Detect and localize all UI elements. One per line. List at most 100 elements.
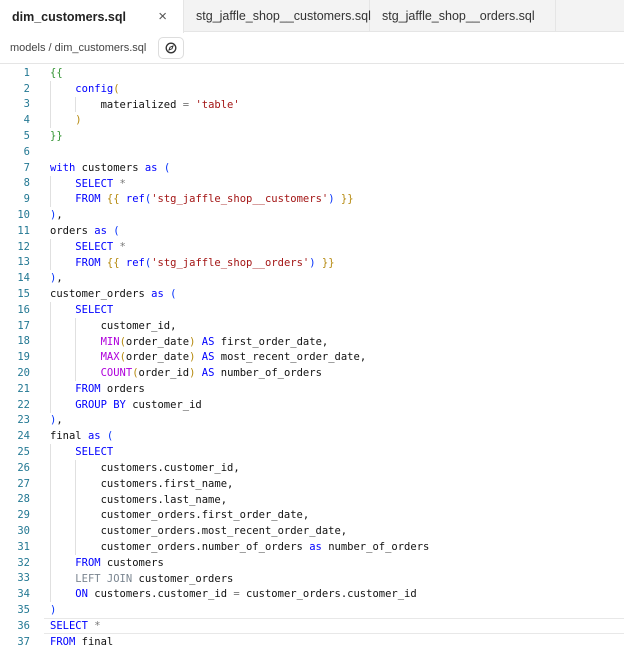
code-line[interactable]: 30 customer_orders.most_recent_order_date… bbox=[0, 523, 624, 539]
code-token: , bbox=[56, 209, 63, 222]
code-line[interactable]: 9 FROM {{ ref('stg_jaffle_shop__customers… bbox=[0, 191, 624, 208]
code-token: customer_id bbox=[125, 398, 202, 411]
code-line[interactable]: 31 customer_orders.number_of_orders as nu… bbox=[0, 538, 624, 555]
code-text: ON customers.customer_id = customer_orde… bbox=[50, 586, 417, 603]
code-line[interactable]: 5}} bbox=[0, 128, 624, 144]
code-line[interactable]: 18 MIN(order_date) AS first_order_date, bbox=[0, 333, 624, 350]
tab-stg-orders[interactable]: stg_jaffle_shop__orders.sql bbox=[370, 0, 556, 32]
code-line[interactable]: 28 customers.last_name, bbox=[0, 491, 624, 508]
indent-guide bbox=[50, 317, 75, 334]
code-line[interactable]: 21 FROM orders bbox=[0, 380, 624, 397]
code-line[interactable]: 2 config( bbox=[0, 80, 624, 97]
code-text: LEFT JOIN customer_orders bbox=[50, 570, 233, 587]
indent-guide bbox=[50, 175, 75, 192]
code-token: GROUP BY bbox=[75, 398, 126, 411]
indent-guide bbox=[50, 396, 75, 413]
code-token: MIN bbox=[100, 335, 120, 348]
code-line[interactable]: 22 GROUP BY customer_id bbox=[0, 396, 624, 413]
code-text: SELECT bbox=[50, 301, 113, 318]
code-line[interactable]: 12 SELECT * bbox=[0, 238, 624, 255]
code-text: SELECT bbox=[50, 444, 113, 460]
line-number: 11 bbox=[17, 224, 30, 237]
code-text: {{ bbox=[50, 67, 63, 79]
code-line[interactable]: 29 customer_orders.first_order_date, bbox=[0, 507, 624, 524]
code-token: FROM bbox=[75, 382, 101, 395]
tab-dim-customers[interactable]: dim_customers.sql × bbox=[0, 0, 184, 33]
code-token: ON bbox=[75, 588, 88, 601]
code-token: with bbox=[50, 161, 76, 174]
code-token: , bbox=[56, 414, 63, 427]
indent-guide bbox=[75, 523, 100, 539]
tab-label: stg_jaffle_shop__customers.sql bbox=[196, 9, 371, 23]
line-number: 13 bbox=[17, 256, 30, 269]
code-line[interactable]: 11 orders as ( bbox=[0, 223, 624, 239]
code-line[interactable]: 35) bbox=[0, 602, 624, 618]
indent-guide bbox=[75, 333, 100, 350]
indent-guide bbox=[50, 191, 75, 208]
code-line[interactable]: 19 MAX(order_date) AS most_recent_order_d… bbox=[0, 349, 624, 366]
indent-guide bbox=[75, 317, 100, 334]
code-text: COUNT(order_id) AS number_of_orders bbox=[50, 365, 322, 381]
line-number: 1 bbox=[23, 66, 30, 79]
indent-guide bbox=[75, 491, 100, 508]
code-line[interactable]: 15 customer_orders as ( bbox=[0, 286, 624, 302]
code-line[interactable]: 16 SELECT bbox=[0, 301, 624, 318]
code-line[interactable]: 1 {{ bbox=[0, 65, 624, 81]
indent-guide bbox=[75, 365, 100, 381]
code-editor[interactable]: 1 {{2 config(3 materialized = 'table' 4) 5}} 6… bbox=[0, 64, 624, 667]
code-text: customer_orders.number_of_orders as numb… bbox=[50, 538, 430, 555]
code-text: orders as ( bbox=[50, 225, 120, 237]
code-line[interactable]: 27 customers.first_name, bbox=[0, 475, 624, 492]
code-token: ( bbox=[106, 430, 114, 443]
code-text: SELECT * bbox=[50, 175, 126, 192]
code-line[interactable]: 25 SELECT bbox=[0, 444, 624, 460]
code-line[interactable]: 6 bbox=[0, 144, 624, 160]
close-icon[interactable]: × bbox=[158, 8, 167, 25]
line-number: 36 bbox=[17, 619, 30, 632]
code-token: SELECT bbox=[75, 446, 114, 459]
line-number: 26 bbox=[17, 461, 30, 474]
code-token: {{ bbox=[50, 66, 63, 79]
indent-guide bbox=[50, 301, 75, 318]
code-token: AS bbox=[201, 367, 215, 380]
code-line[interactable]: 13 FROM {{ ref('stg_jaffle_shop__orders')… bbox=[0, 254, 624, 271]
tab-stg-customers[interactable]: stg_jaffle_shop__customers.sql bbox=[184, 0, 371, 32]
indent-guide bbox=[50, 459, 75, 476]
tab-bar: dim_customers.sql × stg_jaffle_shop__cus… bbox=[0, 0, 624, 33]
code-line[interactable]: 7 with customers as ( bbox=[0, 160, 624, 176]
code-text: SELECT * bbox=[50, 238, 126, 255]
code-line[interactable]: 34 ON customers.customer_id = customer_or… bbox=[0, 586, 624, 603]
code-token: number_of_orders bbox=[321, 540, 430, 553]
code-token: customers.customer_id, bbox=[100, 461, 240, 474]
code-token: as bbox=[144, 161, 158, 174]
code-token: }} bbox=[321, 256, 335, 269]
code-line[interactable]: 14), bbox=[0, 270, 624, 286]
code-line[interactable]: 17 customer_id, bbox=[0, 317, 624, 334]
code-line[interactable]: 26 customers.customer_id, bbox=[0, 459, 624, 476]
code-token: SELECT bbox=[75, 240, 114, 253]
compass-button[interactable] bbox=[158, 36, 185, 59]
code-line[interactable]: 20 COUNT(order_id) AS number_of_orders bbox=[0, 365, 624, 381]
code-line[interactable]: 36 SELECT * bbox=[0, 617, 624, 634]
code-token: ref bbox=[125, 193, 145, 206]
code-line[interactable]: 23), bbox=[0, 413, 624, 429]
code-line[interactable]: 37 FROM final bbox=[0, 634, 624, 650]
code-line[interactable]: 32 FROM customers bbox=[0, 554, 624, 571]
code-line[interactable]: 33 LEFT JOIN customer_orders bbox=[0, 570, 624, 587]
code-token: * bbox=[113, 177, 126, 190]
code-line[interactable]: 24 final as ( bbox=[0, 428, 624, 444]
indent-guide bbox=[75, 475, 100, 492]
code-line[interactable]: 10), bbox=[0, 207, 624, 223]
code-token: customer_orders.customer_id bbox=[239, 588, 417, 601]
code-line[interactable]: 8 SELECT * bbox=[0, 175, 624, 192]
code-token: customer_orders bbox=[50, 288, 152, 301]
line-number: 33 bbox=[17, 572, 30, 585]
code-token: final bbox=[50, 430, 88, 443]
code-token: 'stg_jaffle_shop__orders' bbox=[151, 256, 310, 269]
line-number: 19 bbox=[17, 351, 30, 364]
code-line[interactable]: 4) bbox=[0, 112, 624, 129]
code-line[interactable]: 3 materialized = 'table' bbox=[0, 96, 624, 113]
code-text: with customers as ( bbox=[50, 162, 170, 174]
indent-guide bbox=[50, 349, 75, 366]
code-token: final bbox=[75, 635, 114, 648]
